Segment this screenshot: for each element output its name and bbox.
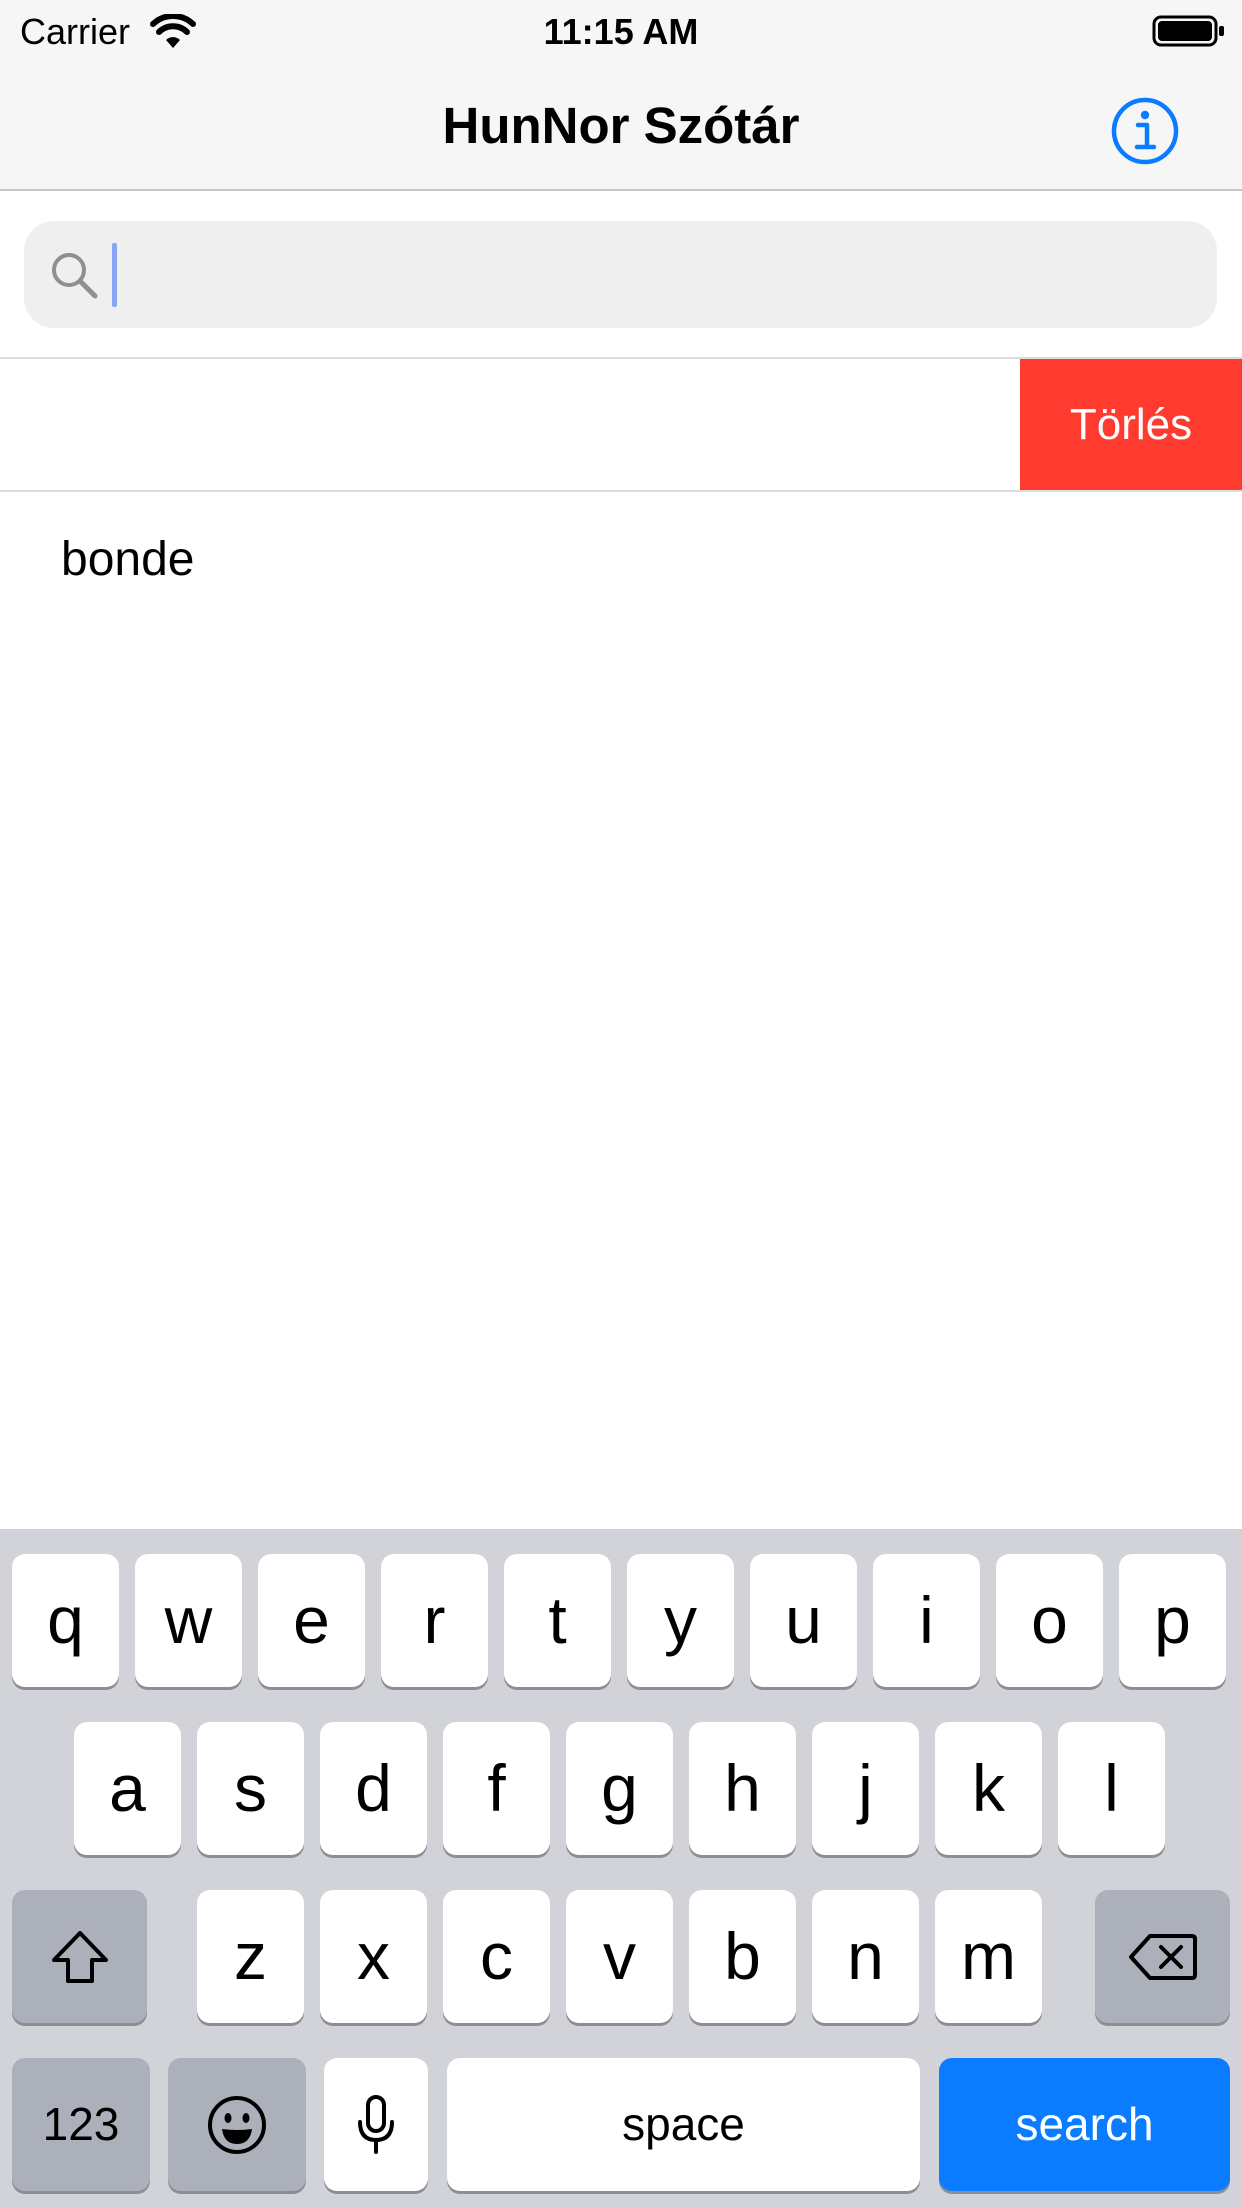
- list-item-label: bonde: [61, 533, 195, 586]
- key-i[interactable]: i: [873, 1554, 980, 1687]
- key-k[interactable]: k: [935, 1722, 1042, 1855]
- key-p[interactable]: p: [1119, 1554, 1226, 1687]
- key-y[interactable]: y: [627, 1554, 734, 1687]
- text-cursor: [112, 243, 117, 307]
- space-key[interactable]: space: [447, 2058, 920, 2191]
- dictation-key[interactable]: [324, 2058, 428, 2191]
- info-icon[interactable]: [1110, 96, 1180, 166]
- backspace-key[interactable]: [1095, 1890, 1230, 2023]
- key-c[interactable]: c: [443, 1890, 550, 2023]
- shift-icon: [51, 1930, 108, 1983]
- search-key[interactable]: search: [939, 2058, 1230, 2191]
- emoji-icon: [208, 2095, 266, 2154]
- key-s[interactable]: s: [197, 1722, 304, 1855]
- page-title: HunNor Szótár: [442, 97, 800, 154]
- search-input[interactable]: [112, 221, 1192, 328]
- history-list: Törlés bonde: [0, 359, 1242, 628]
- search-field[interactable]: [24, 221, 1217, 328]
- delete-button[interactable]: Törlés: [1020, 359, 1242, 490]
- keyboard: q w e r t y u i o p a s d f g h j k l z …: [0, 1529, 1242, 2208]
- key-o[interactable]: o: [996, 1554, 1103, 1687]
- key-x[interactable]: x: [320, 1890, 427, 2023]
- key-b[interactable]: b: [689, 1890, 796, 2023]
- status-bar: Carrier 11:15 AM: [0, 0, 1242, 60]
- key-h[interactable]: h: [689, 1722, 796, 1855]
- key-v[interactable]: v: [566, 1890, 673, 2023]
- navigation-bar: HunNor Szótár: [0, 60, 1242, 191]
- key-z[interactable]: z: [197, 1890, 304, 2023]
- emoji-key[interactable]: [168, 2058, 306, 2191]
- key-n[interactable]: n: [812, 1890, 919, 2023]
- list-item-swiped[interactable]: Törlés: [0, 359, 1242, 492]
- key-e[interactable]: e: [258, 1554, 365, 1687]
- key-w[interactable]: w: [135, 1554, 242, 1687]
- numbers-key[interactable]: 123: [12, 2058, 150, 2191]
- clock: 11:15 AM: [543, 11, 699, 52]
- key-f[interactable]: f: [443, 1722, 550, 1855]
- key-q[interactable]: q: [12, 1554, 119, 1687]
- key-r[interactable]: r: [381, 1554, 488, 1687]
- key-m[interactable]: m: [935, 1890, 1042, 2023]
- key-a[interactable]: a: [74, 1722, 181, 1855]
- key-g[interactable]: g: [566, 1722, 673, 1855]
- search-bar-container: [0, 191, 1242, 359]
- search-icon: [52, 253, 98, 299]
- microphone-icon: [358, 2094, 394, 2154]
- backspace-icon: [1128, 1933, 1197, 1980]
- list-item[interactable]: bonde: [0, 492, 1242, 628]
- key-l[interactable]: l: [1058, 1722, 1165, 1855]
- shift-key[interactable]: [12, 1890, 147, 2023]
- key-t[interactable]: t: [504, 1554, 611, 1687]
- key-d[interactable]: d: [320, 1722, 427, 1855]
- key-u[interactable]: u: [750, 1554, 857, 1687]
- battery-icon: [1152, 15, 1224, 47]
- key-j[interactable]: j: [812, 1722, 919, 1855]
